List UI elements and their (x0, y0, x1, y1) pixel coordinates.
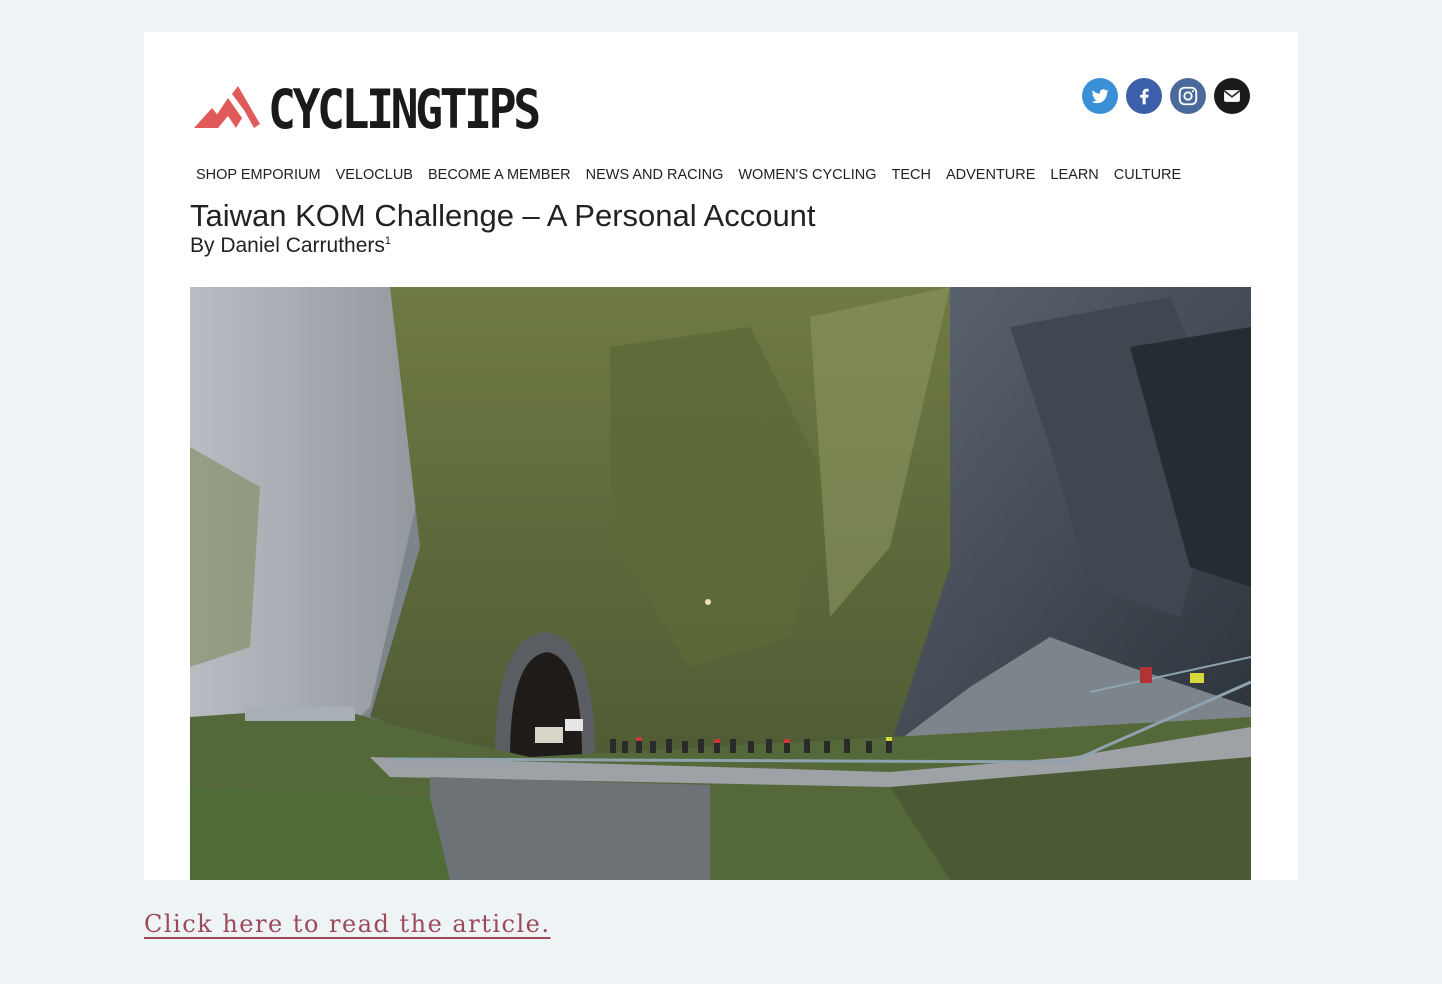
nav-item-news-and-racing[interactable]: NEWS AND RACING (586, 167, 724, 183)
social-links (1082, 78, 1250, 114)
nav-item-tech[interactable]: TECH (892, 167, 931, 183)
instagram-icon[interactable] (1170, 78, 1206, 114)
read-article-link[interactable]: Click here to read the article. (144, 910, 550, 938)
byline-footnote: 1 (384, 235, 392, 247)
mountain-logo-icon (194, 86, 260, 128)
brand-name: CYCLINGTIPS (268, 78, 541, 141)
facebook-icon[interactable] (1126, 78, 1162, 114)
nav-item-veloclub[interactable]: VELOCLUB (336, 167, 413, 183)
nav-item-shop-emporium[interactable]: SHOP EMPORIUM (196, 167, 321, 183)
nav-item-become-a-member[interactable]: BECOME A MEMBER (428, 167, 571, 183)
article-title: Taiwan KOM Challenge – A Personal Accoun… (190, 198, 816, 233)
nav-item-adventure[interactable]: ADVENTURE (946, 167, 1035, 183)
main-nav: SHOP EMPORIUM VELOCLUB BECOME A MEMBER N… (196, 167, 1196, 183)
nav-item-learn[interactable]: LEARN (1050, 167, 1098, 183)
byline-text: By Daniel Carruthers (190, 234, 385, 257)
gorge-road-illustration (190, 287, 1251, 880)
article-byline: By Daniel Carruthers1 (190, 234, 391, 258)
email-icon[interactable] (1214, 78, 1250, 114)
nav-item-womens-cycling[interactable]: WOMEN'S CYCLING (738, 167, 876, 183)
article-card: CYCLINGTIPS SHOP EMPORIUM VELOCLUB BECOM… (144, 32, 1298, 880)
nav-item-culture[interactable]: CULTURE (1114, 167, 1181, 183)
cyclingtips-logo[interactable]: CYCLINGTIPS (194, 80, 582, 140)
twitter-icon[interactable] (1082, 78, 1118, 114)
hero-image (190, 287, 1251, 880)
